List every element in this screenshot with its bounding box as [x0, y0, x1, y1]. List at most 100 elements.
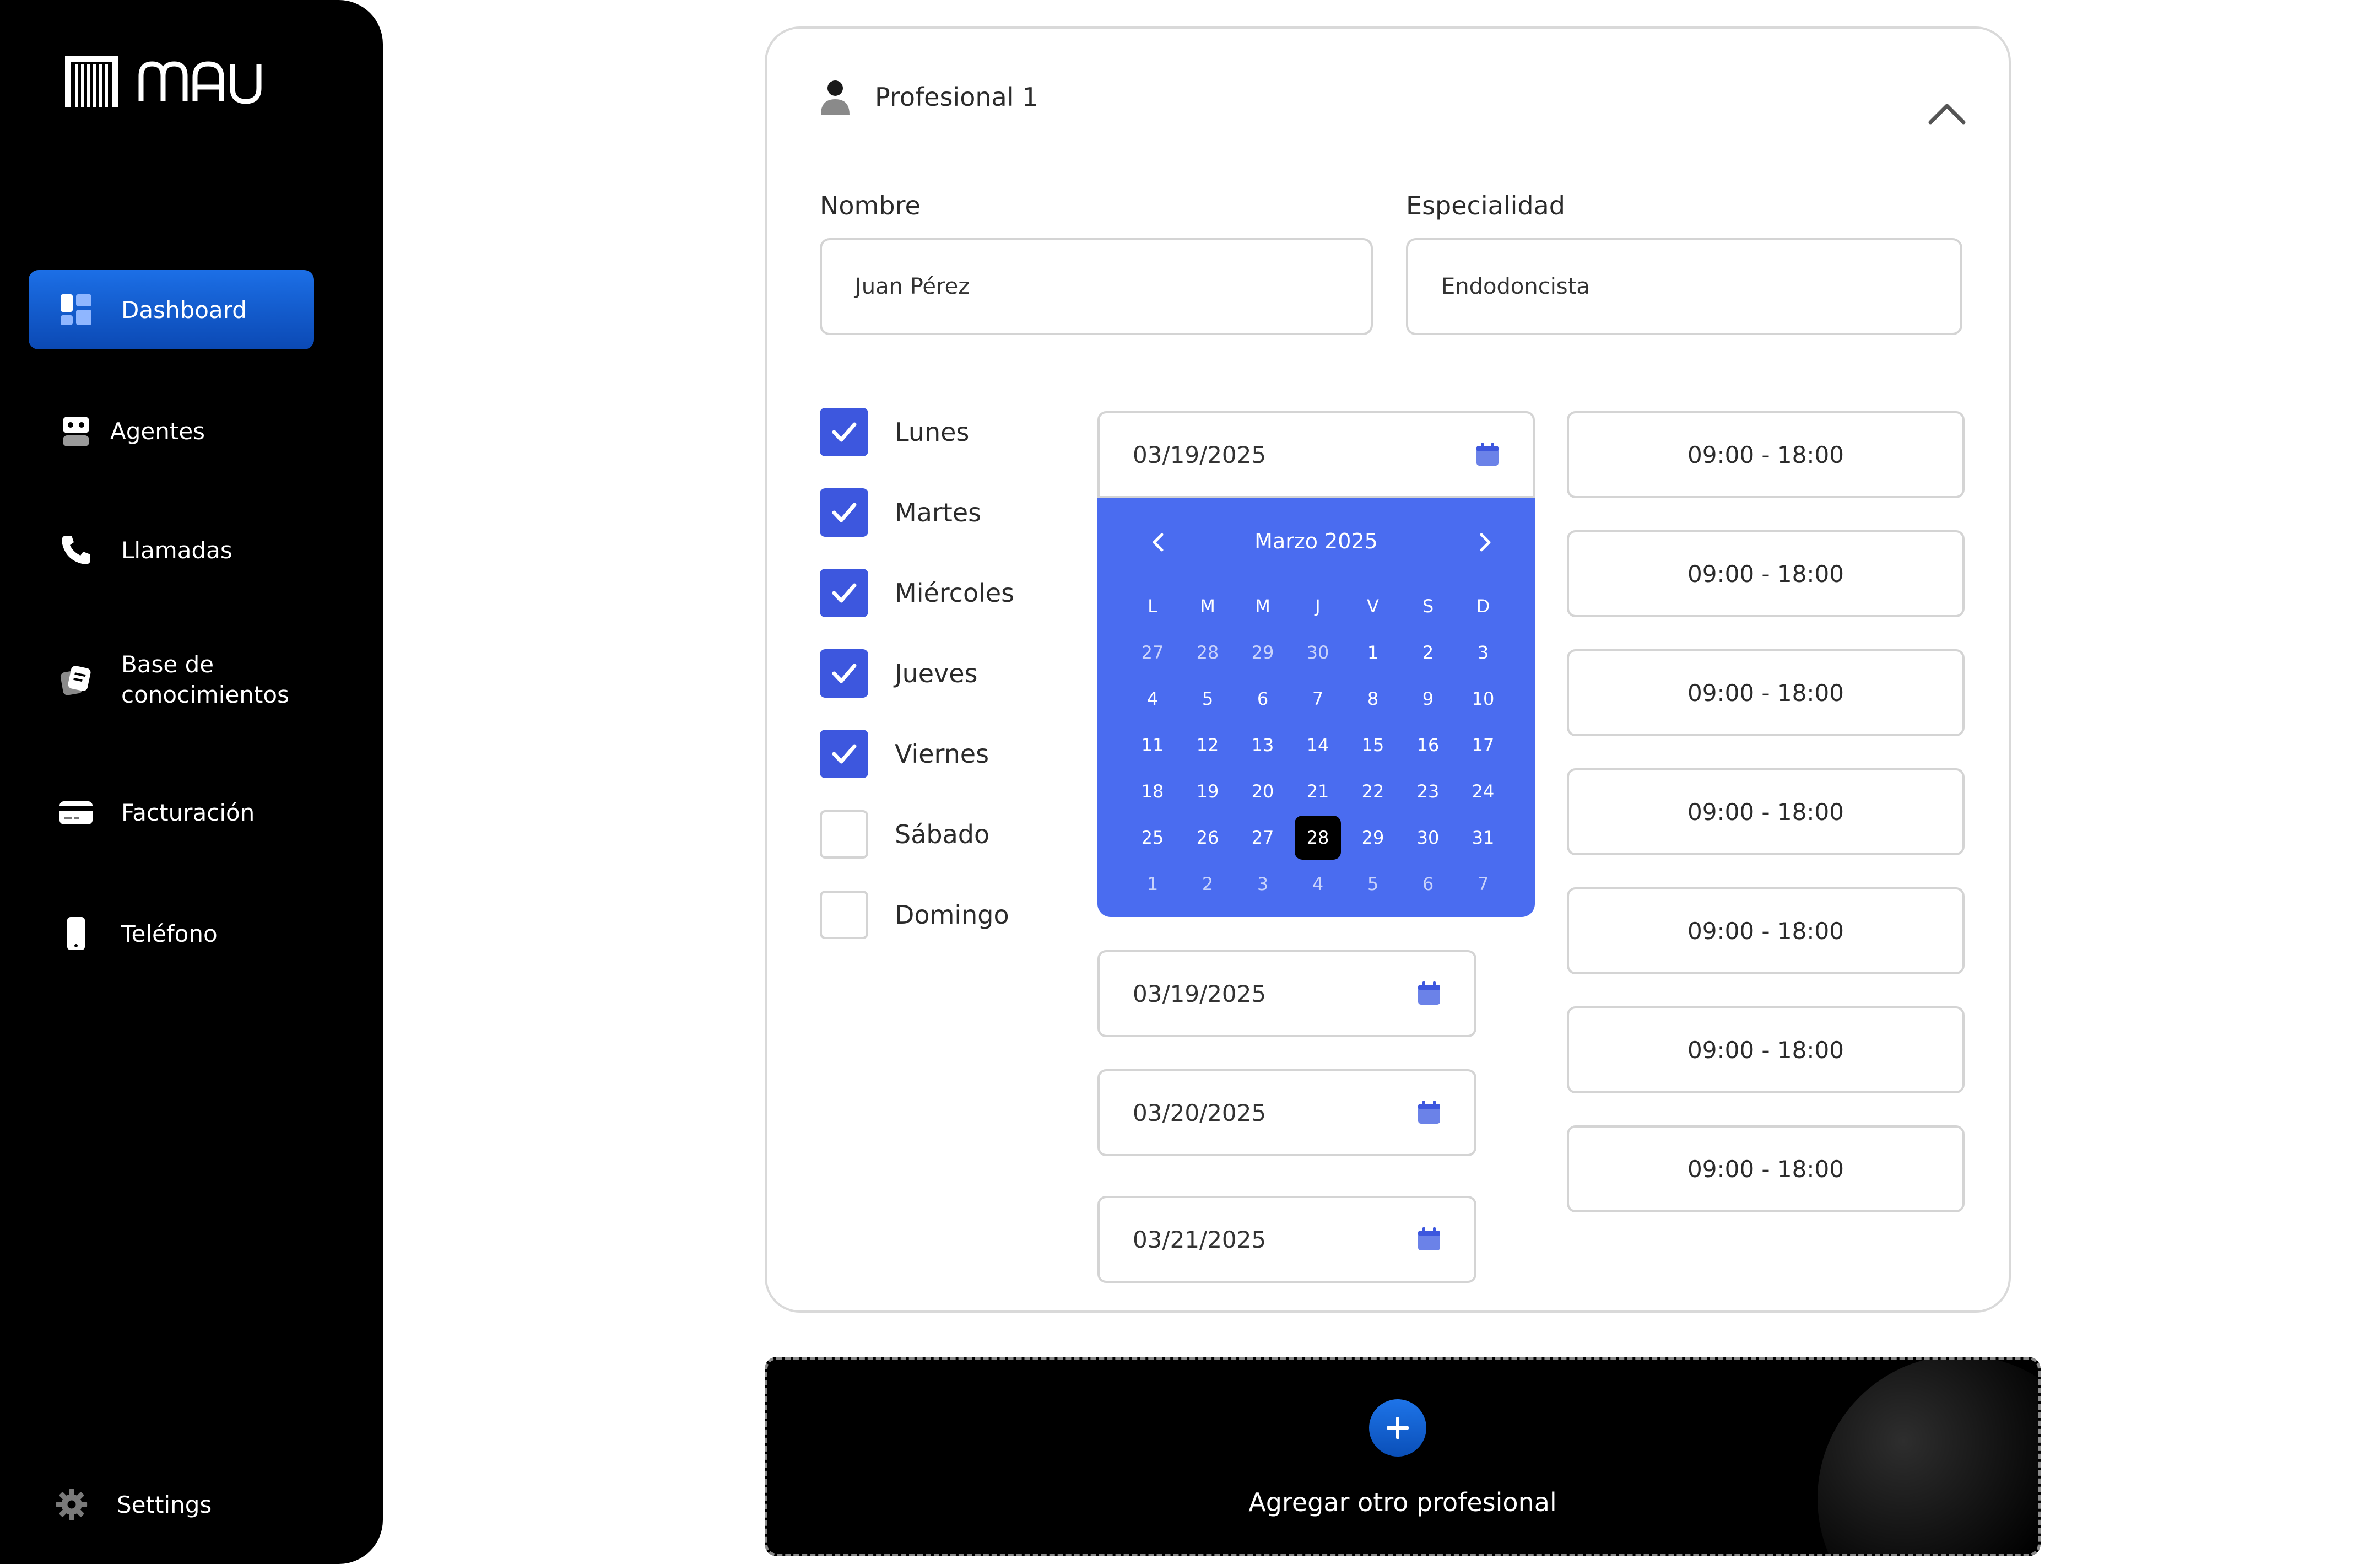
day-row-miercoles[interactable]: Miércoles: [820, 569, 1014, 617]
add-professional-label: Agregar otro profesional: [1248, 1487, 1557, 1517]
add-professional-button[interactable]: Agregar otro profesional: [765, 1357, 2041, 1556]
calendar-day[interactable]: 3: [1456, 629, 1511, 676]
calendar-day-label: 27: [1251, 827, 1274, 848]
calendar-day[interactable]: 29: [1235, 629, 1290, 676]
calendar-day[interactable]: 19: [1180, 768, 1235, 815]
calendar-day[interactable]: 15: [1345, 722, 1400, 768]
calendar-day[interactable]: 4: [1125, 676, 1180, 722]
calendar-day[interactable]: 8: [1345, 676, 1400, 722]
day-row-viernes[interactable]: Viernes: [820, 730, 989, 778]
calendar-day[interactable]: 30: [1290, 629, 1345, 676]
calendar-day[interactable]: 5: [1345, 861, 1400, 907]
calendar-icon[interactable]: [1417, 1227, 1441, 1252]
sidebar-item-telefono[interactable]: Teléfono: [29, 894, 314, 973]
time-range-input[interactable]: 09:00 - 18:00: [1567, 768, 1965, 855]
checkbox-martes[interactable]: [820, 488, 868, 537]
day-row-domingo[interactable]: Domingo: [820, 891, 1009, 939]
calendar-day[interactable]: 31: [1456, 815, 1511, 861]
calendar-day[interactable]: 2: [1400, 629, 1456, 676]
specialty-input[interactable]: Endodoncista: [1406, 238, 1962, 335]
calendar-day[interactable]: 6: [1235, 676, 1290, 722]
day-row-lunes[interactable]: Lunes: [820, 408, 969, 456]
calendar-day[interactable]: 7: [1290, 676, 1345, 722]
day-row-jueves[interactable]: Jueves: [820, 649, 978, 698]
sidebar-item-llamadas[interactable]: Llamadas: [29, 510, 314, 590]
sidebar-item-settings[interactable]: Settings: [24, 1465, 310, 1544]
calendar-day[interactable]: 14: [1290, 722, 1345, 768]
calendar-day[interactable]: 4: [1290, 861, 1345, 907]
checkbox-lunes[interactable]: [820, 408, 868, 456]
calendar-day[interactable]: 20: [1235, 768, 1290, 815]
calendar-day[interactable]: 9: [1400, 676, 1456, 722]
add-icon-button[interactable]: [1369, 1399, 1426, 1457]
sidebar-item-label: Teléfono: [121, 920, 218, 947]
date-input[interactable]: 03/20/2025: [1097, 1069, 1476, 1156]
time-range-input[interactable]: 09:00 - 18:00: [1567, 530, 1965, 617]
date-input-open[interactable]: 03/19/2025: [1097, 411, 1535, 498]
date-input[interactable]: 03/21/2025: [1097, 1196, 1476, 1283]
date-value: 03/19/2025: [1133, 441, 1267, 468]
calendar-day[interactable]: 1: [1125, 861, 1180, 907]
checkbox-jueves[interactable]: [820, 649, 868, 698]
sidebar-item-base-de-conocimientos[interactable]: Base de conocimientos: [29, 640, 314, 720]
calendar-day[interactable]: 11: [1125, 722, 1180, 768]
calendar-day[interactable]: 22: [1345, 768, 1400, 815]
day-row-martes[interactable]: Martes: [820, 488, 981, 537]
time-range-input[interactable]: 09:00 - 18:00: [1567, 1125, 1965, 1212]
calendar-day[interactable]: 16: [1400, 722, 1456, 768]
sidebar-item-facturacion[interactable]: Facturación: [29, 773, 314, 852]
calendar-day[interactable]: 1: [1345, 629, 1400, 676]
calendar-day[interactable]: 25: [1125, 815, 1180, 861]
professional-title: Profesional 1: [875, 82, 1038, 112]
time-range-input[interactable]: 09:00 - 18:00: [1567, 887, 1965, 974]
settings-label: Settings: [117, 1491, 212, 1518]
calendar-day[interactable]: 7: [1456, 861, 1511, 907]
calendar-day-label: 26: [1196, 827, 1219, 848]
checkbox-miercoles[interactable]: [820, 569, 868, 617]
calendar-icon[interactable]: [1417, 981, 1441, 1006]
calendar-day-label: 19: [1196, 781, 1219, 802]
checkbox-sabado[interactable]: [820, 810, 868, 859]
calendar-icon[interactable]: [1417, 1101, 1441, 1125]
calendar-day[interactable]: 2: [1180, 861, 1235, 907]
calendar-day-label: 25: [1141, 827, 1164, 848]
calendar-day[interactable]: 27: [1235, 815, 1290, 861]
next-month-button[interactable]: [1469, 526, 1502, 559]
calendar-header: Marzo 2025: [1097, 526, 1535, 559]
date-input[interactable]: 03/19/2025: [1097, 950, 1476, 1037]
calendar-day[interactable]: 27: [1125, 629, 1180, 676]
calendar-day[interactable]: 13: [1235, 722, 1290, 768]
day-label: Viernes: [895, 739, 989, 769]
calendar-day[interactable]: 29: [1345, 815, 1400, 861]
calendar-icon[interactable]: [1475, 443, 1500, 467]
calendar-day-label: 1: [1367, 642, 1379, 663]
checkbox-domingo[interactable]: [820, 891, 868, 939]
calendar-day[interactable]: 3: [1235, 861, 1290, 907]
calendar-day[interactable]: 5: [1180, 676, 1235, 722]
sidebar-item-dashboard[interactable]: Dashboard: [29, 270, 314, 349]
checkbox-viernes[interactable]: [820, 730, 868, 778]
calendar-day[interactable]: 23: [1400, 768, 1456, 815]
calendar-day[interactable]: 21: [1290, 768, 1345, 815]
calendar-day[interactable]: 6: [1400, 861, 1456, 907]
sidebar: Dashboard Agentes Llamadas Base de conoc…: [0, 0, 383, 1564]
calendar-day[interactable]: 12: [1180, 722, 1235, 768]
name-input[interactable]: Juan Pérez: [820, 238, 1373, 335]
time-range-input[interactable]: 09:00 - 18:00: [1567, 1006, 1965, 1093]
calendar-day-selected[interactable]: 28: [1290, 815, 1345, 861]
calendar-day[interactable]: 18: [1125, 768, 1180, 815]
calendar-day[interactable]: 28: [1180, 629, 1235, 676]
calendar-day-label: 14: [1306, 735, 1329, 756]
calendar-day[interactable]: 26: [1180, 815, 1235, 861]
calendar-day[interactable]: 30: [1400, 815, 1456, 861]
sidebar-item-agentes[interactable]: Agentes: [29, 391, 314, 471]
time-range-input[interactable]: 09:00 - 18:00: [1567, 649, 1965, 736]
time-range-input[interactable]: 09:00 - 18:00: [1567, 411, 1965, 498]
calendar-day[interactable]: 10: [1456, 676, 1511, 722]
chevron-up-icon[interactable]: [1927, 98, 1967, 129]
date-value: 03/19/2025: [1133, 980, 1267, 1007]
card-icon: [60, 796, 93, 829]
calendar-day[interactable]: 17: [1456, 722, 1511, 768]
day-row-sabado[interactable]: Sábado: [820, 810, 989, 859]
calendar-day[interactable]: 24: [1456, 768, 1511, 815]
